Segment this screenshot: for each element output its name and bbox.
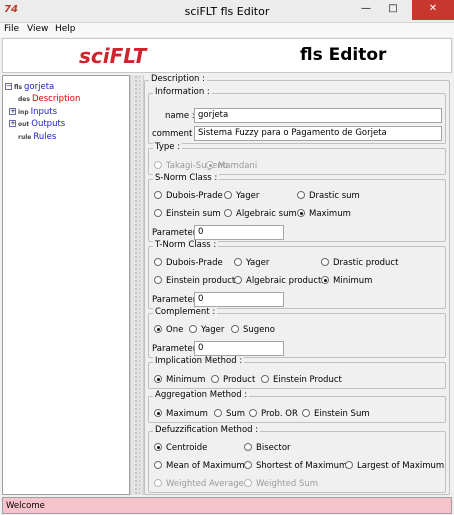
snorm-group: S-Norm Class : Dubois-Prade Yager Drasti… xyxy=(148,173,446,242)
inputs-icon: inp xyxy=(18,109,29,116)
tree-item-label[interactable]: Rules xyxy=(33,132,56,142)
status-bar: Welcome xyxy=(2,497,452,514)
menu-bar: File View Help xyxy=(0,23,454,37)
tnorm-parameter-field[interactable]: 0 xyxy=(194,292,284,307)
tnorm-einstein-product-radio[interactable]: Einstein product xyxy=(154,276,235,286)
aggregation-maximum-radio[interactable]: Maximum xyxy=(154,409,208,419)
splitter-handle[interactable] xyxy=(130,75,144,495)
tree-item-rules[interactable]: rule Rules xyxy=(18,132,56,142)
menu-file[interactable]: File xyxy=(4,24,19,34)
aggregation-einstein-sum-radio[interactable]: Einstein Sum xyxy=(302,409,370,419)
description-group: Description : Information : name : gorje… xyxy=(144,74,450,495)
tree-item-outputs[interactable]: + out Outputs xyxy=(9,119,65,129)
tree-item-description[interactable]: des Description xyxy=(18,94,80,104)
implication-legend: Implication Method : xyxy=(153,356,245,366)
tnorm-minimum-radio[interactable]: Minimum xyxy=(321,276,372,286)
outputs-icon: out xyxy=(18,121,30,128)
grip-dots xyxy=(134,75,140,495)
snorm-legend: S-Norm Class : xyxy=(153,173,220,183)
name-label: name : xyxy=(165,111,195,121)
sciflt-logo: sciFLT xyxy=(79,44,147,68)
description-panel: Description : Information : name : gorje… xyxy=(144,74,452,495)
defuzzification-group: Defuzzification Method : Centroide Bisec… xyxy=(148,425,446,493)
tree-item-label[interactable]: Outputs xyxy=(31,119,65,129)
title-bar: 74 sciFLT fls Editor — □ ✕ xyxy=(0,0,454,23)
tnorm-legend: T-Norm Class : xyxy=(153,240,219,250)
close-button[interactable]: ✕ xyxy=(412,0,454,20)
snorm-einstein-sum-radio[interactable]: Einstein sum xyxy=(154,209,221,219)
comment-field[interactable]: Sistema Fuzzy para o Pagamento de Gorjet… xyxy=(194,126,442,141)
tree-item-label[interactable]: Inputs xyxy=(31,107,57,117)
complement-group: Complement : One Yager Sugeno Parameter … xyxy=(148,307,446,358)
menu-help[interactable]: Help xyxy=(55,24,76,34)
expand-icon[interactable]: + xyxy=(9,120,16,127)
tree-root-label[interactable]: gorjeta xyxy=(24,82,54,92)
snorm-yager-radio[interactable]: Yager xyxy=(224,191,259,201)
defuzz-centroide-radio[interactable]: Centroide xyxy=(154,443,207,453)
collapse-icon[interactable]: − xyxy=(5,83,12,90)
defuzz-shortest-of-maximum-radio[interactable]: Shortest of Maximum xyxy=(244,461,347,471)
name-field[interactable]: gorjeta xyxy=(194,108,442,123)
tnorm-group: T-Norm Class : Dubois-Prade Yager Drasti… xyxy=(148,240,446,309)
expand-icon[interactable]: + xyxy=(9,108,16,115)
defuzzification-legend: Defuzzification Method : xyxy=(153,425,261,435)
implication-minimum-radio[interactable]: Minimum xyxy=(154,375,205,385)
tnorm-drastic-product-radio[interactable]: Drastic product xyxy=(321,258,398,268)
complement-sugeno-radio[interactable]: Sugeno xyxy=(231,325,275,335)
defuzz-largest-of-maximum-radio[interactable]: Largest of Maximum xyxy=(345,461,444,471)
defuzz-mean-of-maximum-radio[interactable]: Mean of Maximum xyxy=(154,461,245,471)
aggregation-sum-radio[interactable]: Sum xyxy=(214,409,245,419)
tnorm-algebraic-product-radio[interactable]: Algebraic product xyxy=(234,276,321,286)
description-icon: des xyxy=(18,96,30,103)
snorm-algebraic-sum-radio[interactable]: Algebraic sum xyxy=(224,209,297,219)
defuzz-weighted-sum-radio[interactable]: Weighted Sum xyxy=(244,479,318,489)
complement-one-radio[interactable]: One xyxy=(154,325,183,335)
comment-label: comment : xyxy=(152,129,198,139)
aggregation-prob-or-radio[interactable]: Prob. OR xyxy=(249,409,298,419)
complement-parameter-field[interactable]: 0 xyxy=(194,341,284,356)
type-legend: Type : xyxy=(153,142,183,152)
minimize-button[interactable]: — xyxy=(353,0,379,20)
implication-product-radio[interactable]: Product xyxy=(211,375,255,385)
complement-yager-radio[interactable]: Yager xyxy=(189,325,224,335)
tnorm-dubois-prade-radio[interactable]: Dubois-Prade xyxy=(154,258,223,268)
snorm-parameter-field[interactable]: 0 xyxy=(194,225,284,240)
aggregation-group: Aggregation Method : Maximum Sum Prob. O… xyxy=(148,390,446,423)
header-banner: sciFLT fls Editor xyxy=(2,38,452,73)
implication-group: Implication Method : Minimum Product Ein… xyxy=(148,356,446,389)
maximize-button[interactable]: □ xyxy=(380,0,406,20)
menu-view[interactable]: View xyxy=(27,24,48,34)
type-group: Type : Takagi-Sugeno Mamdani xyxy=(148,142,446,175)
description-legend: Description : xyxy=(149,74,207,84)
tree-item-label[interactable]: Description xyxy=(32,94,80,104)
defuzz-bisector-radio[interactable]: Bisector xyxy=(244,443,291,453)
aggregation-legend: Aggregation Method : xyxy=(153,390,250,400)
snorm-maximum-radio[interactable]: Maximum xyxy=(297,209,351,219)
status-text: Welcome xyxy=(6,501,45,511)
banner-title: fls Editor xyxy=(300,45,387,65)
project-tree: − fls gorjeta des Description + inp Inputs + o… xyxy=(2,75,130,495)
tnorm-yager-radio[interactable]: Yager xyxy=(234,258,269,268)
rules-icon: rule xyxy=(18,134,32,141)
implication-einstein-product-radio[interactable]: Einstein Product xyxy=(261,375,342,385)
fls-file-icon: fls xyxy=(14,84,23,91)
snorm-dubois-prade-radio[interactable]: Dubois-Prade xyxy=(154,191,223,201)
tree-root[interactable]: − fls gorjeta xyxy=(5,82,54,92)
snorm-drastic-sum-radio[interactable]: Drastic sum xyxy=(297,191,360,201)
information-legend: Information : xyxy=(153,87,212,97)
information-group: Information : name : gorjeta comment : S… xyxy=(148,87,446,144)
tree-item-inputs[interactable]: + inp Inputs xyxy=(9,107,57,117)
type-mamdani-radio[interactable]: Mamdani xyxy=(206,161,257,171)
complement-legend: Complement : xyxy=(153,307,218,317)
defuzz-weighted-average-radio[interactable]: Weighted Average xyxy=(154,479,244,489)
